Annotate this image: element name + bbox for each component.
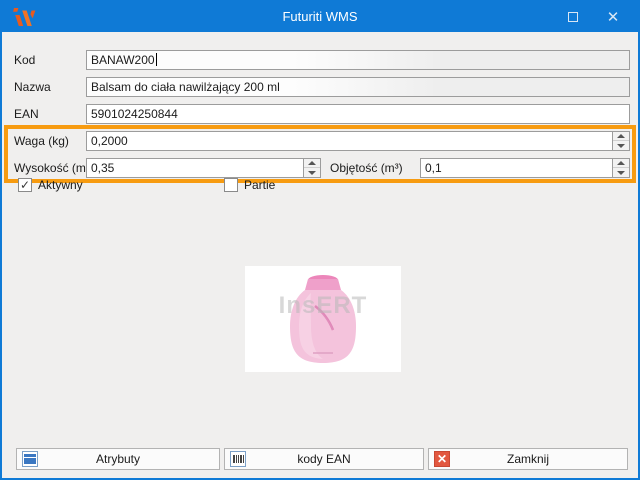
kod-value: BANAW200 [91, 53, 155, 67]
waga-spinner-down[interactable] [613, 141, 629, 150]
partie-checkbox[interactable] [224, 178, 238, 192]
waga-input[interactable]: 0,2000 [86, 131, 613, 151]
ean-input[interactable]: 5901024250844 [86, 104, 630, 124]
ean-label: EAN [14, 104, 39, 124]
maximize-icon [568, 12, 578, 22]
objetosc-spinner-up[interactable] [613, 159, 629, 168]
wysokosc-label: Wysokość (m) [14, 158, 90, 178]
atrybuty-button[interactable]: Atrybuty [16, 448, 220, 470]
nazwa-label: Nazwa [14, 77, 51, 97]
product-image: InsERT [245, 266, 401, 372]
arrow-down-icon [308, 171, 316, 175]
wysokosc-spinner [303, 158, 321, 178]
dialog-window: Futuriti WMS ✕ Kod BANAW200 Nazwa Balsam… [0, 0, 640, 480]
wysokosc-value: 0,35 [91, 161, 114, 175]
arrow-down-icon [617, 171, 625, 175]
ean-value: 5901024250844 [91, 107, 178, 121]
arrow-up-icon [617, 134, 625, 138]
objetosc-input[interactable]: 0,1 [420, 158, 613, 178]
close-button[interactable]: ✕ [593, 2, 633, 32]
kody-ean-button[interactable]: kody EAN [224, 448, 424, 470]
nazwa-value: Balsam do ciała nawilżający 200 ml [91, 80, 280, 94]
red-x-icon: ✕ [434, 451, 450, 467]
window-title: Futuriti WMS [2, 2, 638, 32]
atrybuty-button-label: Atrybuty [96, 452, 140, 466]
wysokosc-spinner-down[interactable] [304, 168, 320, 177]
barcode-icon [230, 451, 246, 467]
aktywny-label: Aktywny [38, 177, 83, 193]
objetosc-spinner-down[interactable] [613, 168, 629, 177]
arrow-up-icon [308, 161, 316, 165]
kod-label: Kod [14, 50, 35, 70]
kod-input[interactable]: BANAW200 [86, 50, 630, 70]
aktywny-checkbox[interactable]: ✓ [18, 178, 32, 192]
zamknij-button[interactable]: ✕ Zamknij [428, 448, 628, 470]
arrow-down-icon [617, 144, 625, 148]
maximize-button[interactable] [553, 2, 593, 32]
titlebar[interactable]: Futuriti WMS ✕ [2, 2, 638, 32]
text-caret [156, 53, 157, 66]
partie-label: Partie [244, 177, 275, 193]
objetosc-value: 0,1 [425, 161, 442, 175]
list-icon [22, 451, 38, 467]
watermark-text: InsERT [245, 292, 401, 320]
objetosc-spinner [612, 158, 630, 178]
check-icon: ✓ [20, 178, 30, 192]
kody-ean-button-label: kody EAN [297, 452, 350, 466]
waga-spinner [612, 131, 630, 151]
arrow-up-icon [617, 161, 625, 165]
nazwa-input[interactable]: Balsam do ciała nawilżający 200 ml [86, 77, 630, 97]
waga-label: Waga (kg) [14, 131, 69, 151]
waga-value: 0,2000 [91, 134, 128, 148]
waga-spinner-up[interactable] [613, 132, 629, 141]
zamknij-button-label: Zamknij [507, 452, 549, 466]
wysokosc-input[interactable]: 0,35 [86, 158, 304, 178]
wysokosc-spinner-up[interactable] [304, 159, 320, 168]
close-icon: ✕ [607, 8, 620, 26]
objetosc-label: Objętość (m³) [330, 158, 403, 178]
